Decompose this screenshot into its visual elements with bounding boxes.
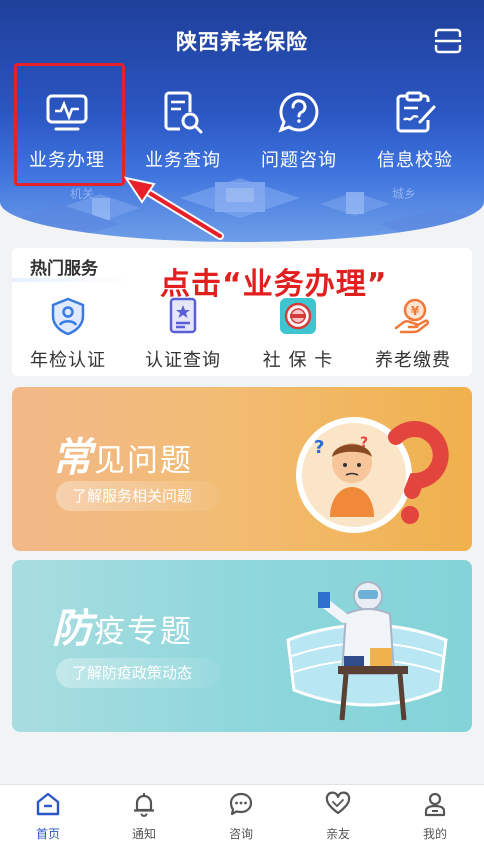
service-label: 社 保 卡: [262, 350, 334, 371]
highlight-box: [14, 63, 125, 186]
hand-coin-icon: ¥: [394, 298, 430, 334]
svg-text:城乡: 城乡: [392, 187, 416, 201]
question-bubble-icon: [278, 92, 319, 133]
certificate-star-icon: [169, 297, 197, 334]
section-title: 热门服务: [30, 259, 98, 279]
banner-epidemic[interactable]: 防疫专题 了解防疫政策动态: [12, 560, 472, 732]
document-search-icon: [164, 91, 203, 134]
banner-faq[interactable]: 常见问题 了解服务相关问题 ? ?: [12, 387, 472, 551]
tab-relatives[interactable]: 亲友: [290, 791, 386, 842]
svg-text:?: ?: [314, 437, 324, 458]
red-arrow-annotation: [123, 176, 224, 240]
tab-label: 咨询: [228, 827, 253, 841]
nav-info-verify[interactable]: 信息校验: [360, 90, 470, 172]
service-certification-query[interactable]: 认证查询: [127, 296, 239, 372]
shield-person-icon: [51, 297, 85, 336]
header: 陕西养老保险 机关 城乡 业务办理 业务查询 问题咨询 信息校验: [0, 0, 484, 242]
medical-worker-illustration: [286, 581, 448, 721]
home-icon: [36, 792, 60, 816]
tab-label: 首页: [35, 827, 60, 841]
service-label: 认证查询: [145, 350, 221, 371]
banner-epidemic-button[interactable]: 了解防疫政策动态: [56, 658, 221, 688]
nav-question-consult[interactable]: 问题咨询: [244, 90, 354, 172]
scan-icon[interactable]: [434, 28, 462, 54]
nav-business-query[interactable]: 业务查询: [128, 90, 238, 172]
banner-title: 常见问题: [52, 425, 193, 483]
service-annual-certification[interactable]: 年检认证: [12, 296, 124, 372]
social-security-card-icon: [280, 298, 316, 334]
tab-home[interactable]: 首页: [0, 791, 96, 842]
tab-consult[interactable]: 咨询: [193, 791, 289, 842]
hot-services-card: 热门服务 点击“业务办理” 年检认证 认证查询 社 保 卡 ¥ 养老缴费: [12, 248, 472, 376]
clipboard-pen-icon: [396, 91, 436, 133]
heart-icon: [325, 791, 351, 815]
banner-title-big: 防: [52, 605, 94, 652]
chat-bubble-icon: [229, 792, 253, 816]
service-social-security-card[interactable]: 社 保 卡: [242, 296, 354, 372]
banner-faq-button[interactable]: 了解服务相关问题: [56, 481, 221, 511]
tab-label: 通知: [131, 827, 156, 841]
nav-label: 业务查询: [145, 150, 221, 171]
user-icon: [424, 792, 446, 817]
tab-label: 我的: [422, 827, 447, 841]
service-pension-payment[interactable]: ¥ 养老缴费: [357, 296, 469, 372]
bottom-tab-bar: 首页 通知 咨询 亲友 我的: [0, 784, 484, 848]
svg-text:机关: 机关: [70, 187, 94, 201]
confused-person-illustration: ? ?: [296, 417, 449, 533]
bell-icon: [134, 793, 154, 817]
svg-text:?: ?: [360, 435, 368, 451]
service-label: 养老缴费: [375, 350, 451, 371]
banner-title: 防疫专题: [52, 596, 193, 654]
nav-label: 信息校验: [377, 150, 453, 171]
svg-text:¥: ¥: [411, 304, 420, 318]
service-label: 年检认证: [30, 350, 106, 371]
nav-label: 问题咨询: [261, 150, 337, 171]
page-title: 陕西养老保险: [176, 30, 308, 54]
banner-title-rest: 见问题: [94, 443, 193, 479]
banner-title-rest: 疫专题: [94, 614, 193, 650]
banner-title-big: 常: [52, 434, 94, 481]
tab-label: 亲友: [325, 827, 350, 841]
tab-notifications[interactable]: 通知: [96, 791, 192, 842]
tab-mine[interactable]: 我的: [387, 791, 483, 842]
